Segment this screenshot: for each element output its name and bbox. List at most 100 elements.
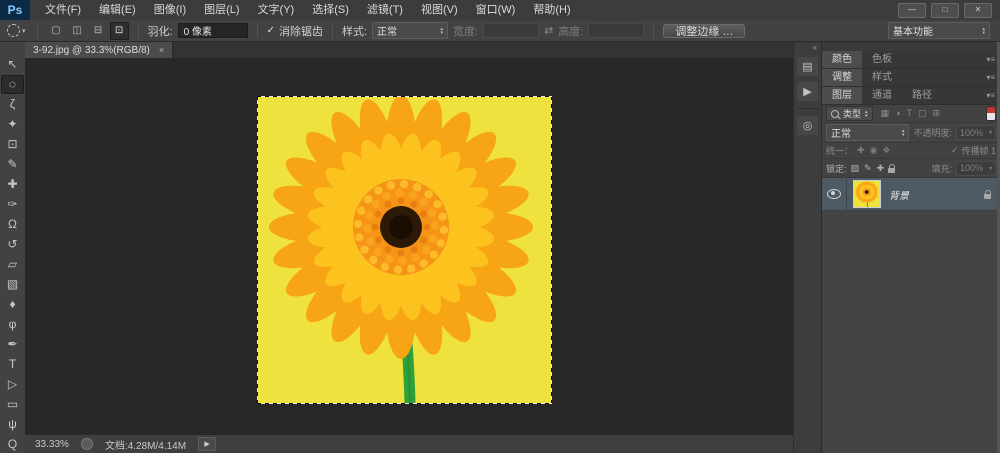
tab-swatches[interactable]: 色板 (862, 51, 902, 68)
refine-edge-button[interactable]: 调整边缘 … (663, 24, 745, 38)
layer-visibility-cell[interactable] (822, 178, 847, 210)
add-to-selection-icon[interactable]: ◫ (68, 22, 87, 40)
status-options-arrow[interactable]: ▶ (198, 437, 216, 451)
tool-eraser[interactable]: ▱ (1, 255, 24, 274)
tool-eyedropper[interactable]: ✎ (1, 155, 24, 174)
propagate-frame-checkbox[interactable]: ✓ 传播帧 1 (951, 144, 996, 157)
workspace-dropdown[interactable]: 基本功能 ▴▾ (888, 22, 990, 39)
tools-panel: ↖◌ζ✦⊡✎✚✑Ω↺▱▧♦φ✒T▷▭ψQ (0, 42, 26, 453)
tool-lasso[interactable]: ζ (1, 95, 24, 114)
opacity-number: 100% (960, 128, 983, 138)
current-tool-preset[interactable]: ▾ (5, 24, 28, 37)
eye-icon (827, 189, 841, 199)
fill-value[interactable]: 100% ▾ (956, 161, 996, 176)
unify-icons: ✚ ◉ ❖ (857, 145, 890, 156)
elliptical-marquee-icon (7, 24, 20, 37)
tool-clone-stamp[interactable]: Ω (1, 215, 24, 234)
document-tab[interactable]: 3-92.jpg @ 33.3%(RGB/8) × (25, 42, 173, 58)
menu-item-4[interactable]: 文字(Y) (249, 0, 304, 20)
unify-visibility-icon[interactable]: ◉ (870, 145, 878, 156)
restore-button[interactable]: □ (931, 3, 959, 18)
tab-adjustments[interactable]: 调整 (822, 69, 862, 86)
expand-panels-icon[interactable]: « (813, 42, 821, 54)
unify-row: 统一： ✚◉❖ ✓ 传播帧 1 (822, 143, 1000, 159)
menu-item-0[interactable]: 文件(F) (36, 0, 90, 20)
style-dropdown[interactable]: 正常 ▴▾ (372, 22, 448, 39)
menu-item-5[interactable]: 选择(S) (303, 0, 358, 20)
canvas[interactable] (25, 58, 795, 434)
close-button[interactable]: ✕ (964, 3, 992, 18)
menu-item-8[interactable]: 窗口(W) (467, 0, 525, 20)
feather-input[interactable]: 0 像素 (178, 23, 248, 38)
tool-brush[interactable]: ✑ (1, 195, 24, 214)
tool-gradient[interactable]: ▧ (1, 274, 24, 293)
tool-zoom[interactable]: Q (1, 434, 24, 453)
antialias-checkbox[interactable]: ✓ 消除锯齿 (267, 23, 323, 39)
unify-position-icon[interactable]: ✚ (857, 145, 865, 156)
height-input[interactable] (588, 23, 644, 38)
tool-move[interactable]: ↖ (1, 55, 24, 74)
tool-history-brush[interactable]: ↺ (1, 235, 24, 254)
layer-filter-toggle[interactable] (986, 106, 996, 121)
tool-type[interactable]: T (1, 354, 24, 373)
menu-item-3[interactable]: 图层(L) (195, 0, 248, 20)
collapsed-panel-dock: « ▤ ▶ ◎ (793, 42, 822, 453)
divider (37, 23, 38, 38)
chevron-down-icon: ▾ (989, 165, 992, 172)
canvas-image[interactable] (258, 97, 551, 403)
tool-pen[interactable]: ✒ (1, 334, 24, 353)
panel-icon-actions[interactable]: ▶ (797, 82, 818, 101)
chevron-down-icon: ▾ (22, 27, 26, 35)
tool-elliptical-marquee[interactable]: ◌ (1, 75, 24, 94)
tab-paths[interactable]: 路径 (902, 87, 942, 104)
layer-thumbnail[interactable] (854, 181, 880, 207)
filter-kind-dropdown[interactable]: 类型 ▴▾ (826, 106, 873, 121)
new-selection-icon[interactable]: ▢ (47, 22, 66, 40)
menu-item-2[interactable]: 图像(I) (145, 0, 195, 20)
lock-transparency-icon[interactable]: ▨ (851, 163, 860, 174)
lock-icons: ▨ ✎ ✚ (851, 163, 885, 174)
chevron-down-icon: ▾ (989, 129, 992, 136)
menu-item-7[interactable]: 视图(V) (412, 0, 467, 20)
feather-label: 羽化: (148, 23, 173, 39)
smart-object-filter-icon[interactable]: ⊞ (933, 108, 941, 119)
lock-all-icon[interactable] (888, 164, 895, 173)
opacity-value[interactable]: 100% ▾ (956, 125, 996, 140)
tool-hand[interactable]: ψ (1, 414, 24, 433)
menu-item-6[interactable]: 滤镜(T) (358, 0, 412, 20)
blend-mode-dropdown[interactable]: 正常 ▴▾ (826, 124, 909, 141)
lock-pixels-icon[interactable]: ✎ (864, 163, 872, 174)
menu-item-9[interactable]: 帮助(H) (524, 0, 579, 20)
tab-styles[interactable]: 样式 (862, 69, 902, 86)
tool-crop[interactable]: ⊡ (1, 135, 24, 154)
shape-layer-filter-icon[interactable]: ▢ (918, 108, 927, 119)
flower-image (258, 97, 551, 403)
kind-label: 类型 (843, 107, 861, 120)
layer-row-background[interactable]: 背景 (822, 178, 1000, 211)
panel-icon-properties[interactable]: ◎ (797, 116, 818, 135)
menu-item-1[interactable]: 编辑(E) (90, 0, 145, 20)
close-tab-icon[interactable]: × (159, 45, 164, 55)
adjustment-layer-filter-icon[interactable]: ◑ (895, 108, 900, 119)
pixel-layer-filter-icon[interactable]: ▦ (881, 108, 890, 119)
subtract-from-selection-icon[interactable]: ⊟ (89, 22, 108, 40)
tool-shape[interactable]: ▭ (1, 394, 24, 413)
type-layer-filter-icon[interactable]: T (906, 108, 912, 119)
tab-channels[interactable]: 通道 (862, 87, 902, 104)
tool-spot-healing-brush[interactable]: ✚ (1, 175, 24, 194)
tab-layers[interactable]: 图层 (822, 87, 862, 104)
intersect-selection-icon[interactable]: ⊡ (110, 22, 129, 40)
antialias-label: 消除锯齿 (279, 23, 323, 39)
tab-color[interactable]: 颜色 (822, 51, 862, 68)
swap-dimensions-icon[interactable]: ⇄ (544, 24, 553, 37)
zoom-level[interactable]: 33.33% (35, 439, 69, 450)
tool-quick-selection[interactable]: ✦ (1, 115, 24, 134)
lock-position-icon[interactable]: ✚ (877, 163, 885, 174)
panel-icon-history[interactable]: ▤ (797, 57, 818, 76)
tool-blur[interactable]: ♦ (1, 294, 24, 313)
tool-path-selection[interactable]: ▷ (1, 374, 24, 393)
unify-style-icon[interactable]: ❖ (882, 145, 890, 156)
width-input[interactable] (483, 23, 539, 38)
tool-dodge[interactable]: φ (1, 314, 24, 333)
minimize-button[interactable]: — (898, 3, 926, 18)
